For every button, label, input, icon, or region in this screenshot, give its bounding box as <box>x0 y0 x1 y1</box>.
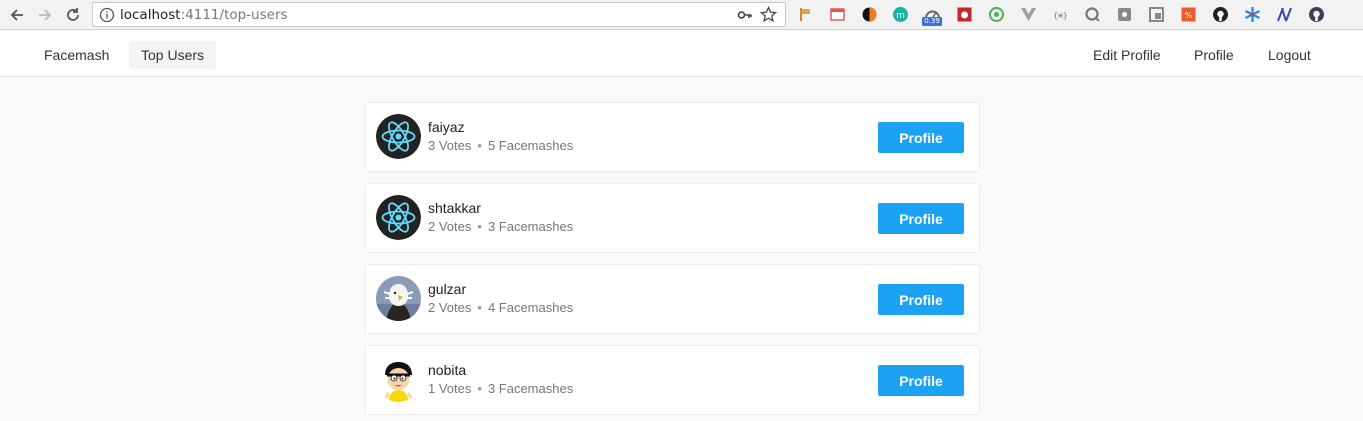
profile-button[interactable]: Profile <box>878 284 964 315</box>
separator-dot: • <box>477 138 482 153</box>
square-dot-extension-icon[interactable] <box>1116 6 1133 23</box>
search-circle-extension-icon[interactable] <box>1084 6 1101 23</box>
user-facemashes: 3 Facemashes <box>487 381 574 396</box>
user-card: faiyaz 3 Votes • 5 Facemashes Profile <box>365 102 980 172</box>
user-stats: 2 Votes • 4 Facemashes <box>428 300 573 315</box>
nav-link-edit-profile[interactable]: Edit Profile <box>1081 41 1173 69</box>
reload-icon <box>67 8 79 21</box>
arrow-right-icon <box>39 9 52 21</box>
cartoon-boy-icon <box>376 357 421 402</box>
lambda-extension-icon[interactable] <box>1276 6 1293 23</box>
react-logo-icon <box>376 114 421 159</box>
m-extension-icon[interactable]: m <box>892 6 909 23</box>
user-stats: 3 Votes • 5 Facemashes <box>428 138 573 153</box>
eye-extension-icon[interactable] <box>988 6 1005 23</box>
json-extension-icon[interactable]: {≡} <box>1052 6 1069 23</box>
user-votes: 2 Votes <box>428 219 472 234</box>
svg-text:{≡}: {≡} <box>1053 11 1067 20</box>
user-votes: 1 Votes <box>428 381 472 396</box>
user-facemashes: 5 Facemashes <box>487 138 574 153</box>
window-extension-icon[interactable] <box>829 6 846 23</box>
svg-text:m: m <box>896 11 905 21</box>
user-name: gulzar <box>428 281 467 297</box>
browser-toolbar: localhost:4111/top-users m 0.39 {≡} % <box>0 0 1363 30</box>
user-votes: 3 Votes <box>428 138 472 153</box>
nav-brand-facemash[interactable]: Facemash <box>32 41 121 69</box>
user-stats: 1 Votes • 3 Facemashes <box>428 381 573 396</box>
profile-button[interactable]: Profile <box>878 365 964 396</box>
react-logo-icon <box>376 195 421 240</box>
user-card: gulzar 2 Votes • 4 Facemashes Profile <box>365 264 980 334</box>
bug-extension-icon[interactable] <box>956 6 973 23</box>
github-extension-icon[interactable] <box>1212 6 1229 23</box>
user-card: shtakkar 2 Votes • 3 Facemashes Profile <box>365 183 980 253</box>
user-facemashes: 4 Facemashes <box>487 300 574 315</box>
url-text[interactable]: localhost:4111/top-users <box>120 7 288 23</box>
avatar <box>376 357 421 402</box>
profile-button[interactable]: Profile <box>878 122 964 153</box>
profile-button[interactable]: Profile <box>878 203 964 234</box>
separator-dot: • <box>477 381 482 396</box>
user-name: shtakkar <box>428 200 481 216</box>
separator-dot: • <box>477 300 482 315</box>
user-card: nobita 1 Votes • 3 Facemashes Profile <box>365 345 980 415</box>
frame-extension-icon[interactable] <box>1148 6 1165 23</box>
nav-link-profile[interactable]: Profile <box>1182 41 1246 69</box>
reload-button[interactable] <box>62 4 84 26</box>
bookmark-star-icon[interactable] <box>760 6 777 23</box>
arrow-left-icon <box>10 9 23 21</box>
asterisk-extension-icon[interactable] <box>1244 6 1261 23</box>
app-navbar: Facemash Top Users Edit Profile Profile … <box>0 31 1363 77</box>
key-icon[interactable] <box>737 7 753 23</box>
extension-badge: 0.39 <box>922 17 942 26</box>
user-facemashes: 3 Facemashes <box>487 219 574 234</box>
separator-dot: • <box>477 219 482 234</box>
address-bar[interactable]: localhost:4111/top-users <box>92 2 786 27</box>
vue-extension-icon[interactable] <box>1020 6 1037 23</box>
avatar <box>376 114 421 159</box>
nav-link-logout[interactable]: Logout <box>1256 41 1323 69</box>
bookmark-flag-extension-icon[interactable] <box>797 6 814 23</box>
eagle-photo-icon <box>376 276 421 321</box>
forward-button[interactable] <box>34 4 56 26</box>
svg-text:%: % <box>1185 11 1193 20</box>
info-icon[interactable] <box>99 7 115 23</box>
avatar <box>376 276 421 321</box>
github-alt-extension-icon[interactable] <box>1308 6 1325 23</box>
user-votes: 2 Votes <box>428 300 472 315</box>
user-name: nobita <box>428 362 467 378</box>
back-button[interactable] <box>6 4 28 26</box>
avatar <box>376 195 421 240</box>
half-circle-extension-icon[interactable] <box>861 6 878 23</box>
postman-extension-icon[interactable]: % <box>1180 6 1197 23</box>
user-name: faiyaz <box>428 119 465 135</box>
user-stats: 2 Votes • 3 Facemashes <box>428 219 573 234</box>
nav-link-top-users[interactable]: Top Users <box>129 41 217 69</box>
